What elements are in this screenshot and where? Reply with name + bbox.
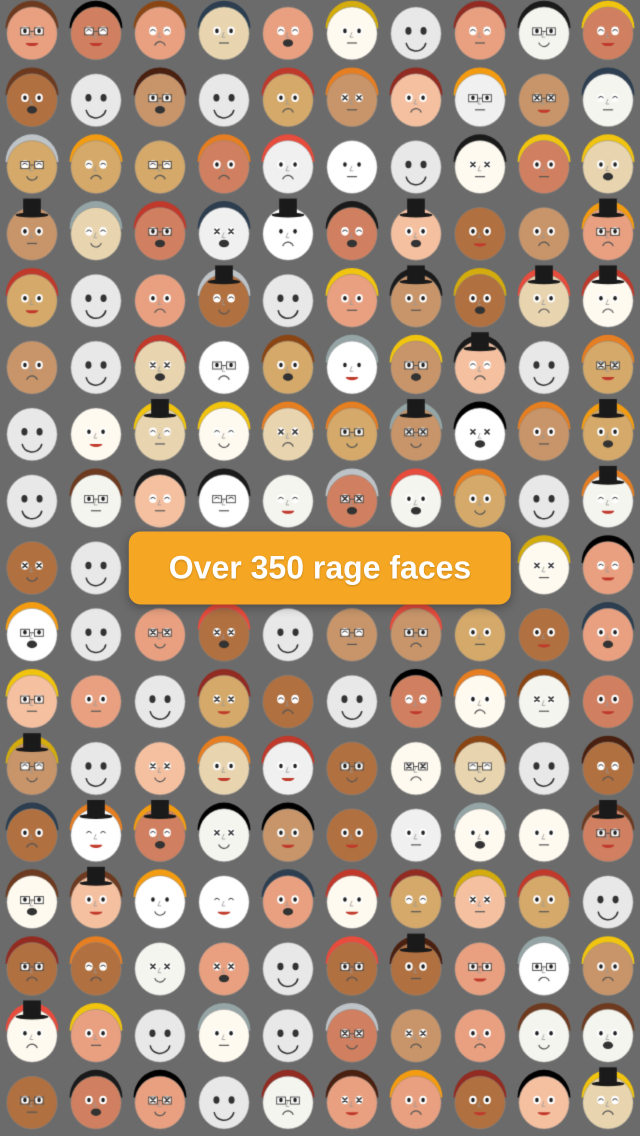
rage-faces-banner: Over 350 rage faces: [129, 532, 511, 605]
rage-faces-label: Over 350 rage faces: [129, 532, 511, 605]
